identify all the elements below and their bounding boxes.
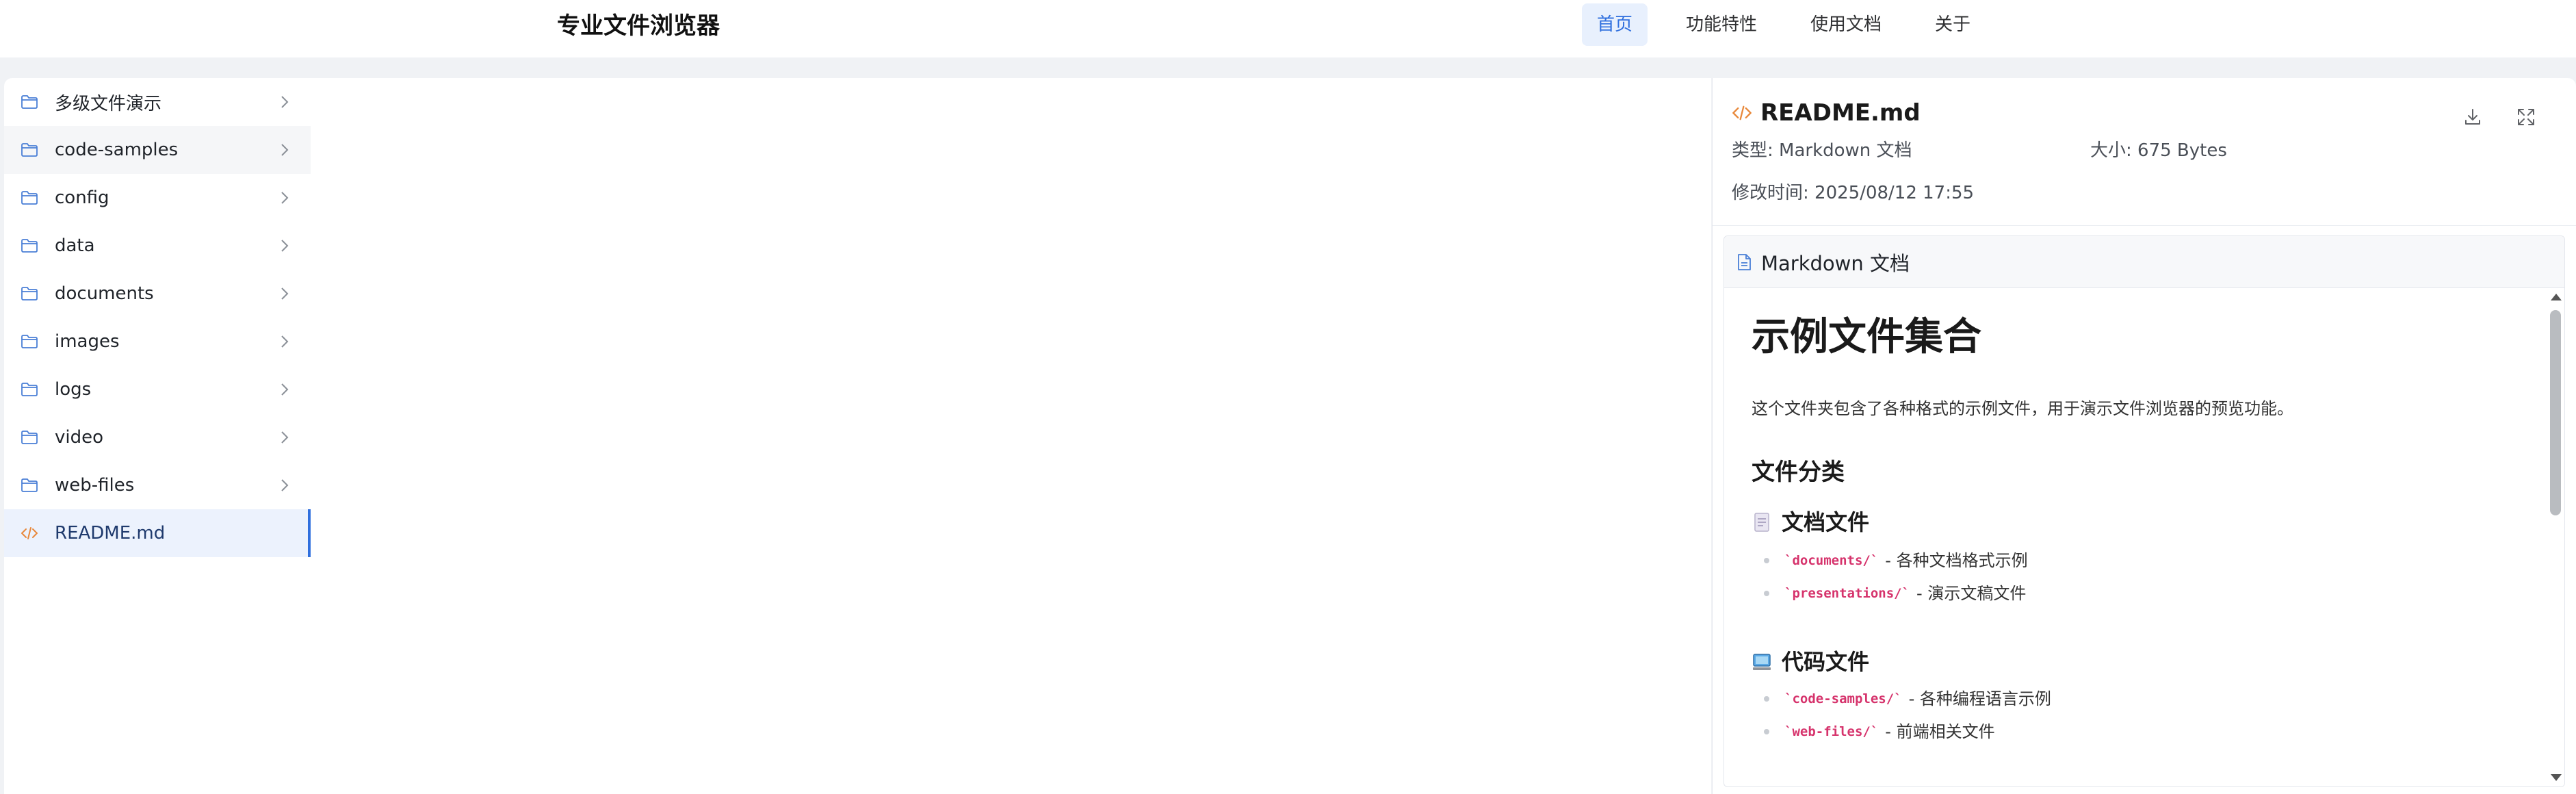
document-emoji-icon: [1754, 513, 1769, 532]
scrollbar-thumb[interactable]: [2550, 310, 2561, 515]
fullscreen-icon[interactable]: [2514, 105, 2538, 129]
tree-item-label: config: [55, 188, 109, 208]
tree-item-readme[interactable]: README.md: [4, 509, 311, 557]
bullet: [1764, 558, 1769, 563]
preview-filename: README.md: [1760, 99, 1921, 127]
markdown-preview-card: Markdown 文档 示例文件集合 这个文件夹包含了各种格式的示例文件，用于演…: [1723, 235, 2565, 787]
folder-icon: [19, 141, 40, 159]
inline-code: `code-samples/`: [1784, 691, 1902, 706]
app-header: 专业文件浏览器 首页 功能特性 使用文档 关于: [0, 0, 2576, 57]
tree-item-label: README.md: [55, 523, 166, 543]
folder-icon: [19, 285, 40, 303]
tree-item-label: 多级文件演示: [55, 93, 162, 114]
list-item: `web-files/` - 前端相关文件: [1764, 719, 1995, 744]
section-title: 文档文件: [1782, 509, 1870, 535]
folder-icon: [19, 476, 40, 494]
tree-item-label: images: [55, 331, 120, 352]
list-item-text: - 前端相关文件: [1885, 722, 1995, 741]
preview-file-type: 类型: Markdown 文档: [1732, 140, 1912, 161]
file-tree: 多级文件演示 code-samples config data document…: [4, 78, 311, 557]
markdown-heading-1: 示例文件集合: [1752, 315, 1981, 359]
section-title: 代码文件: [1782, 649, 1870, 675]
app-title: 专业文件浏览器: [557, 12, 720, 40]
tree-item-code-samples[interactable]: code-samples: [4, 126, 311, 174]
tree-item-label: video: [55, 427, 104, 448]
inline-code: `web-files/`: [1784, 724, 1879, 739]
markdown-scrollbar[interactable]: [2547, 288, 2564, 786]
list-item: `code-samples/` - 各种编程语言示例: [1764, 687, 2051, 711]
chevron-right-icon: [281, 479, 289, 491]
chevron-right-icon: [281, 287, 289, 300]
inline-code: `documents/`: [1784, 553, 1879, 568]
preview-header: README.md 类型: Markdown 文档 大小: 675 Bytes …: [1713, 78, 2576, 226]
list-item: `presentations/` - 演示文稿文件: [1764, 581, 2026, 606]
nav-docs[interactable]: 使用文档: [1795, 3, 1897, 46]
list-item-text: - 各种文档格式示例: [1885, 551, 2028, 570]
bullet: [1764, 696, 1769, 702]
scroll-up-arrow-icon[interactable]: [2551, 294, 2562, 300]
markdown-content: 示例文件集合 这个文件夹包含了各种格式的示例文件，用于演示文件浏览器的预览功能。…: [1724, 288, 2545, 786]
markdown-heading-2: 文件分类: [1752, 459, 1845, 486]
bullet: [1764, 729, 1769, 734]
folder-icon: [19, 237, 40, 255]
computer-emoji-icon: [1753, 654, 1771, 670]
list-item: `documents/` - 各种文档格式示例: [1764, 548, 2028, 573]
tree-item-label: logs: [55, 379, 92, 400]
code-file-icon: [1732, 105, 1752, 120]
markdown-heading-3: 代码文件: [1752, 647, 1869, 677]
folder-icon: [19, 333, 40, 350]
tree-item-label: web-files: [55, 475, 135, 496]
folder-icon: [19, 381, 40, 398]
chevron-right-icon: [281, 96, 289, 108]
list-item-text: - 演示文稿文件: [1916, 584, 2027, 603]
chevron-right-icon: [281, 192, 289, 204]
bullet: [1764, 591, 1769, 596]
folder-icon: [19, 189, 40, 207]
tree-item-label: code-samples: [55, 140, 179, 160]
preview-file-size: 大小: 675 Bytes: [2090, 140, 2227, 161]
tree-item-images[interactable]: images: [4, 318, 311, 366]
markdown-heading-3: 文档文件: [1752, 507, 1869, 537]
chevron-right-icon: [281, 335, 289, 348]
folder-icon: [19, 93, 40, 111]
markdown-card-header: Markdown 文档: [1724, 236, 2564, 288]
scroll-down-arrow-icon[interactable]: [2551, 774, 2562, 781]
nav-home[interactable]: 首页: [1582, 3, 1648, 46]
chevron-right-icon: [281, 240, 289, 252]
document-icon: [1738, 253, 1751, 270]
tree-item-multilevel-demo[interactable]: 多级文件演示: [4, 78, 311, 126]
file-preview-panel: README.md 类型: Markdown 文档 大小: 675 Bytes …: [1712, 78, 2576, 794]
download-icon[interactable]: [2461, 105, 2484, 129]
markdown-card-title: Markdown 文档: [1761, 251, 1910, 275]
preview-modified-time: 修改时间: 2025/08/12 17:55: [1732, 183, 1975, 203]
chevron-right-icon: [281, 383, 289, 396]
tree-item-web-files[interactable]: web-files: [4, 461, 311, 509]
tree-item-config[interactable]: config: [4, 174, 311, 222]
tree-item-data[interactable]: data: [4, 222, 311, 270]
code-file-icon: [19, 524, 40, 542]
tree-item-label: documents: [55, 283, 154, 304]
nav-about[interactable]: 关于: [1920, 3, 1986, 46]
file-tree-panel: 多级文件演示 code-samples config data document…: [4, 78, 1711, 794]
folder-icon: [19, 428, 40, 446]
markdown-paragraph: 这个文件夹包含了各种格式的示例文件，用于演示文件浏览器的预览功能。: [1752, 399, 2293, 418]
tree-item-label: data: [55, 235, 95, 256]
nav-features[interactable]: 功能特性: [1671, 3, 1772, 46]
top-nav: 首页 功能特性 使用文档 关于: [1582, 3, 2009, 46]
tree-item-logs[interactable]: logs: [4, 366, 311, 413]
chevron-right-icon: [281, 144, 289, 156]
inline-code: `presentations/`: [1784, 586, 1910, 601]
tree-item-documents[interactable]: documents: [4, 270, 311, 318]
tree-item-video[interactable]: video: [4, 413, 311, 461]
chevron-right-icon: [281, 431, 289, 444]
list-item-text: - 各种编程语言示例: [1908, 689, 2051, 708]
